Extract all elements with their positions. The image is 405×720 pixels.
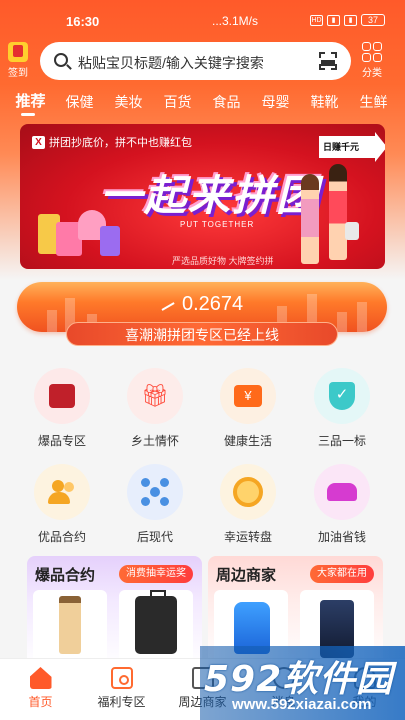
feature-icon-circle [34, 368, 90, 424]
x-logo-icon: X [32, 135, 45, 149]
tab-food[interactable]: 食品 [202, 92, 251, 118]
promo-title: 周边商家 [216, 567, 277, 584]
feature-icon-circle: ¥ [220, 368, 276, 424]
promo-banner[interactable]: X 拼团抄底价，拼不中也赚红包 日赚千元 一起来拼团 PUT TOGETHER … [20, 124, 385, 269]
tab-fresh[interactable]: 生鲜 [349, 92, 398, 118]
promo-card-hot-contract[interactable]: 爆品合约 消费抽幸运奖 [27, 556, 202, 666]
shoppers-illustration [293, 164, 363, 264]
category-button[interactable]: 分类 [358, 42, 386, 79]
search-placeholder: 粘贴宝贝标题/输入关键字搜索 [78, 55, 264, 71]
search-bar[interactable]: 粘贴宝贝标题/输入关键字搜索 [40, 42, 351, 80]
foundation-bottle-image [59, 596, 81, 654]
tab-recommend[interactable]: 推荐 [6, 92, 55, 118]
banner-top-text: 拼团抄底价，拼不中也赚红包 [49, 137, 192, 149]
tabbar-label: 首页 [28, 695, 53, 709]
grid-icon [362, 42, 382, 62]
promo-tag: 消费抽幸运奖 [119, 565, 193, 583]
feature-label: 后现代 [136, 530, 173, 544]
feature-icon-circle [220, 464, 276, 520]
watermark-logo-text: 592软件园 [204, 659, 394, 700]
feature-icon-circle [314, 464, 370, 520]
hd-icon: HD [310, 14, 323, 26]
banner-top-tag: X 拼团抄底价，拼不中也赚红包 [32, 134, 192, 150]
tab-beauty[interactable]: 美妆 [104, 92, 153, 118]
search-icon [54, 53, 68, 67]
home-icon [29, 667, 52, 689]
tab-baby[interactable]: 母婴 [251, 92, 300, 118]
signin-button[interactable]: 签到 [6, 42, 30, 79]
feature-postmodern[interactable]: 后现代 [115, 464, 195, 545]
trend-up-icon [162, 299, 176, 311]
users-icon [48, 480, 76, 504]
feature-icon-circle: 🎁︎ [127, 368, 183, 424]
feature-icon-circle: ✓ [314, 368, 370, 424]
scan-icon[interactable] [319, 52, 337, 70]
notice-banner[interactable]: 喜潮潮拼团专区已经上线 [66, 322, 338, 346]
tab-health[interactable]: 保健 [55, 92, 104, 118]
signin-label: 签到 [8, 68, 28, 79]
tab-shoes[interactable]: 鞋靴 [300, 92, 349, 118]
feature-icon-circle [127, 464, 183, 520]
tabbar-home[interactable]: 首页 [0, 659, 81, 720]
signal-icon: ▮ [327, 14, 340, 26]
coupon-yen-icon: ¥ [234, 385, 262, 407]
feature-label: 乡土情怀 [130, 434, 179, 448]
feature-local-sentiment[interactable]: 🎁︎ 乡土情怀 [115, 368, 195, 449]
tabbar-welfare[interactable]: 福利专区 [81, 659, 162, 720]
suitcase-image [135, 590, 177, 654]
signal-icon-2: ▮ [344, 14, 357, 26]
gift-box-icon: 🎁︎ [141, 383, 169, 408]
welfare-icon [110, 667, 133, 689]
feature-label: 优品合约 [37, 530, 86, 544]
battery-icon: 37 [361, 14, 385, 26]
rate-value: 0.2674 [162, 293, 243, 316]
product-thumb-suitcase[interactable] [119, 590, 193, 666]
category-label: 分类 [362, 68, 382, 79]
skincare-product-icon [49, 384, 75, 408]
feature-label: 爆品专区 [37, 434, 86, 448]
lucky-wheel-icon [233, 477, 263, 507]
shield-check-icon: ✓ [329, 382, 355, 410]
promo-tag: 大家都在用 [310, 565, 374, 583]
status-icons: HD ▮ ▮ 37 [310, 14, 385, 26]
category-tabs: 推荐 保健 美妆 百货 食品 母婴 鞋靴 生鲜 [0, 92, 405, 118]
feature-quality-contract[interactable]: 优品合约 [22, 464, 102, 545]
rate-number: 0.2674 [182, 293, 244, 315]
promo-title: 爆品合约 [35, 567, 96, 584]
red-envelope-icon [8, 42, 28, 62]
feature-icon-circle [34, 464, 90, 520]
banner-bottom-text: 严选品质好物 大牌签约拼 [172, 256, 274, 266]
network-icon [141, 478, 169, 506]
network-speed: ...3.1M/s [212, 14, 259, 28]
feature-label: 健康生活 [223, 434, 272, 448]
tabbar-label: 福利专区 [97, 695, 146, 709]
feature-lucky-wheel[interactable]: 幸运转盘 [208, 464, 288, 545]
tab-general[interactable]: 百货 [153, 92, 202, 118]
car-icon [327, 483, 357, 501]
banner-sub-text: PUT TOGETHER [180, 220, 255, 229]
product-thumb-foundation[interactable] [33, 590, 107, 666]
feature-label: 三品一标 [317, 434, 366, 448]
banner-main-text: 一起来拼团 [100, 171, 321, 220]
feature-label: 幸运转盘 [223, 530, 272, 544]
status-time: 16:30 [66, 14, 100, 29]
feature-fuel-savings[interactable]: 加油省钱 [302, 464, 382, 545]
feature-hot-products[interactable]: 爆品专区 [22, 368, 102, 449]
feature-healthy-life[interactable]: ¥ 健康生活 [208, 368, 288, 449]
banner-arrow-sign: 日赚千元 [319, 132, 385, 162]
feature-label: 加油省钱 [317, 530, 366, 544]
status-bar: 16:30 ...3.1M/s HD ▮ ▮ 37 [0, 0, 405, 40]
feature-certified[interactable]: ✓ 三品一标 [302, 368, 382, 449]
watermark-url: www.592xiazai.com [232, 696, 372, 713]
